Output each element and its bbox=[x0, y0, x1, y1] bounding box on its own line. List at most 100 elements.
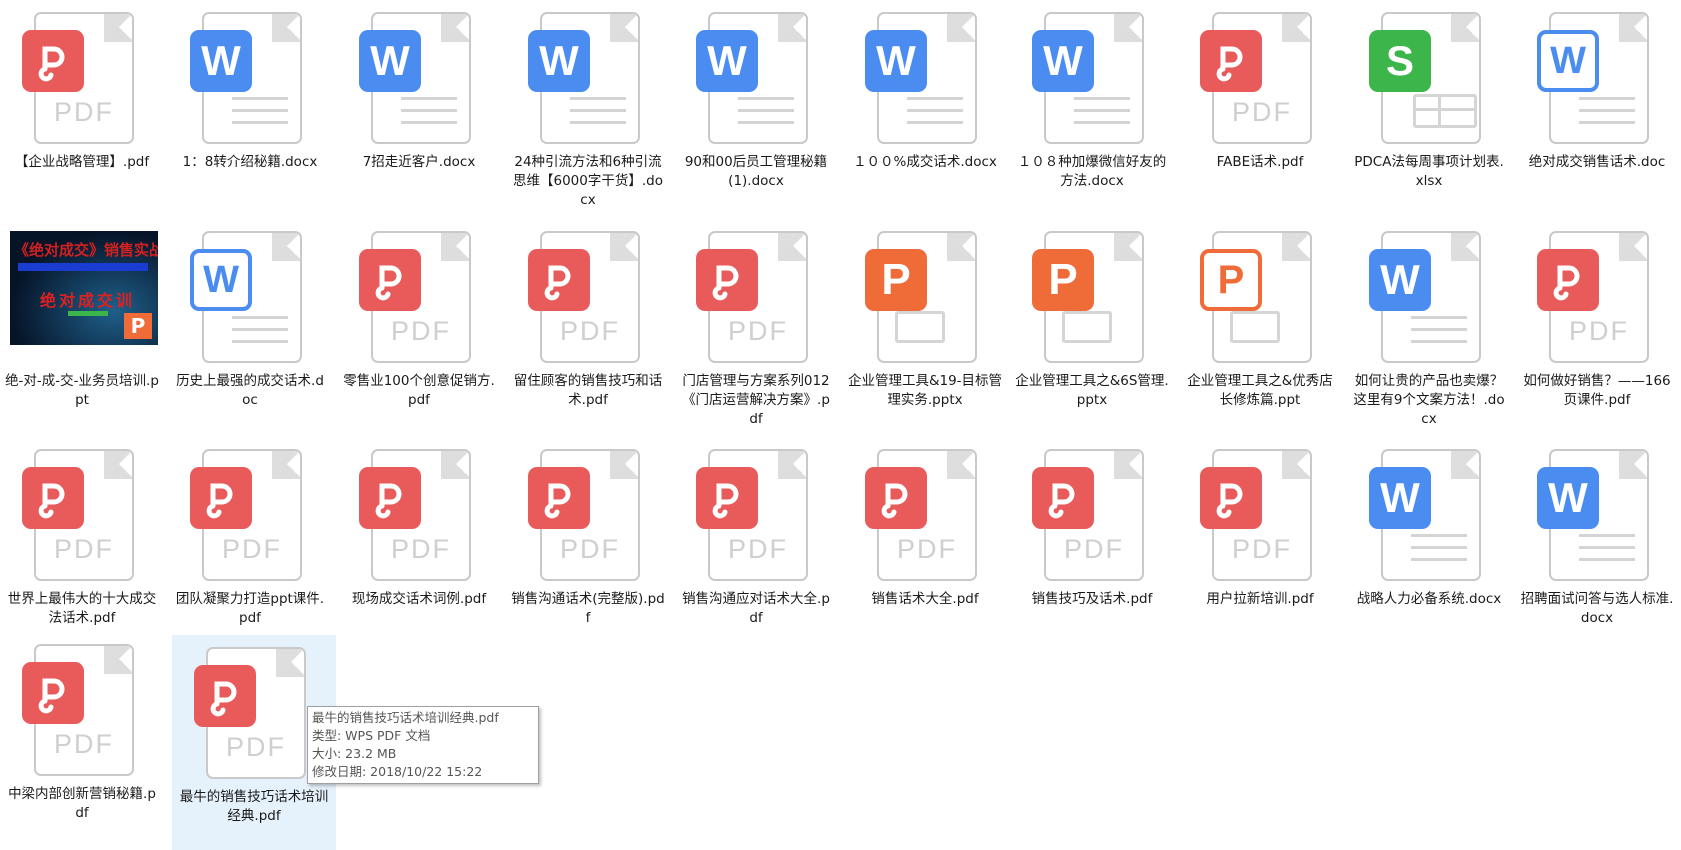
ppt-badge: P bbox=[865, 249, 927, 311]
pdf-file-icon: PDF bbox=[1010, 437, 1174, 581]
icon-part bbox=[401, 121, 457, 124]
word-badge: W bbox=[528, 30, 590, 92]
file-name: FABE话术.pdf bbox=[1216, 154, 1304, 170]
icon-part bbox=[1579, 109, 1635, 112]
word-badge: W bbox=[359, 30, 421, 92]
file-item[interactable]: W 24种引流方法和6种引流思维【6000字干货】.docx bbox=[506, 0, 670, 215]
file-name: 销售沟通话术(完整版).pdf bbox=[511, 591, 665, 626]
icon-part bbox=[1619, 233, 1647, 261]
pdf-label: PDF bbox=[226, 732, 286, 762]
file-name: 【企业战略管理】.pdf bbox=[14, 154, 150, 170]
tooltip-type: 类型: WPS PDF 文档 bbox=[312, 728, 431, 743]
file-item[interactable]: PDF 销售沟通应对话术大全.pdf bbox=[674, 437, 838, 652]
file-name: 企业管理工具&19-目标管理实务.pptx bbox=[847, 373, 1003, 408]
icon-part bbox=[1200, 467, 1262, 529]
file-item[interactable]: PDF 世界上最伟大的十大成交法话术.pdf bbox=[0, 437, 164, 652]
excel-badge: S bbox=[1369, 30, 1431, 92]
icon-part bbox=[1579, 546, 1635, 549]
file-name: 企业管理工具之&优秀店长修炼篇.ppt bbox=[1187, 373, 1333, 408]
ppt-badge: P bbox=[124, 313, 152, 339]
word-file-icon: W bbox=[168, 219, 332, 363]
icon-part bbox=[232, 328, 288, 331]
icon-part bbox=[570, 109, 626, 112]
file-item[interactable]: PDF FABE话术.pdf bbox=[1178, 0, 1342, 215]
icon-part bbox=[865, 467, 927, 529]
icon-part bbox=[1579, 88, 1635, 124]
pdf-file-icon: PDF bbox=[1515, 219, 1679, 363]
file-item[interactable]: W 招聘面试问答与选人标准.docx bbox=[1515, 437, 1679, 652]
file-item[interactable]: W 90和00后员工管理秘籍(1).docx bbox=[674, 0, 838, 215]
file-name: 销售话术大全.pdf bbox=[871, 591, 979, 607]
file-item[interactable]: PDF 用户拉新培训.pdf bbox=[1178, 437, 1342, 652]
icon-part bbox=[232, 121, 288, 124]
file-item[interactable]: PDF 销售话术大全.pdf bbox=[843, 437, 1007, 652]
file-item[interactable]: P 企业管理工具&19-目标管理实务.pptx bbox=[843, 219, 1007, 434]
file-item[interactable]: W 1：8转介绍秘籍.docx bbox=[168, 0, 332, 215]
file-item[interactable]: W １００%成交话术.docx bbox=[843, 0, 1007, 215]
icon-part bbox=[104, 646, 132, 674]
word-badge: W bbox=[1369, 249, 1431, 311]
thumbnail-subtitle: 绝对成交训 bbox=[40, 291, 136, 310]
icon-part bbox=[272, 451, 300, 479]
file-name: 招聘面试问答与选人标准.docx bbox=[1520, 591, 1674, 626]
file-item[interactable]: PDF 门店管理与方案系列012《门店运营解决方案》.pdf bbox=[674, 219, 838, 434]
pdf-label: PDF bbox=[222, 534, 282, 564]
file-item[interactable]: PDF 零售业100个创意促销方.pdf bbox=[337, 219, 501, 434]
word-file-icon: W bbox=[674, 0, 838, 144]
icon-part bbox=[359, 467, 421, 529]
icon-part bbox=[778, 233, 806, 261]
pdf-file-icon: PDF bbox=[1178, 0, 1342, 144]
word-badge: W bbox=[190, 249, 252, 311]
pdf-label: PDF bbox=[54, 729, 114, 759]
icon-part bbox=[570, 121, 626, 124]
file-item[interactable]: PDF 留住顾客的销售技巧和话术.pdf bbox=[506, 219, 670, 434]
file-item[interactable]: W １０８种加爆微信好友的方法.docx bbox=[1010, 0, 1174, 215]
file-name: 企业管理工具之&6S管理.pptx bbox=[1015, 373, 1169, 408]
icon-part bbox=[1579, 558, 1635, 561]
file-item[interactable]: W 7招走近客户.docx bbox=[337, 0, 501, 215]
pdf-file-icon: PDF bbox=[0, 0, 164, 144]
icon-part bbox=[232, 109, 288, 112]
file-item[interactable]: S PDCA法每周事项计划表.xlsx bbox=[1347, 0, 1511, 215]
pdf-file-icon: PDF bbox=[337, 219, 501, 363]
icon-part bbox=[738, 121, 794, 124]
icon-part bbox=[1619, 451, 1647, 479]
file-item[interactable]: 《绝对成交》销售实战训练绝对成交训 P 绝-对-成-交-业务员培训.ppt bbox=[0, 219, 164, 434]
file-item[interactable]: P 企业管理工具之&优秀店长修炼篇.ppt bbox=[1178, 219, 1342, 434]
file-item[interactable]: W 如何让贵的产品也卖爆？这里有9个文案方法！.docx bbox=[1347, 219, 1511, 434]
file-item[interactable]: PDF 团队凝聚力打造ppt课件.pdf bbox=[168, 437, 332, 652]
powerpoint-file-icon: P bbox=[1178, 219, 1342, 363]
icon-part bbox=[610, 451, 638, 479]
file-item[interactable]: PDF 如何做好销售？——166页课件.pdf bbox=[1515, 219, 1679, 434]
file-item[interactable]: W 历史上最强的成交话术.doc bbox=[168, 219, 332, 434]
file-item[interactable]: PDF 【企业战略管理】.pdf bbox=[0, 0, 164, 215]
pdf-label: PDF bbox=[560, 534, 620, 564]
icon-part bbox=[1451, 451, 1479, 479]
file-name: 销售技巧及话术.pdf bbox=[1031, 591, 1153, 607]
pdf-file-icon: PDF bbox=[674, 437, 838, 581]
icon-part bbox=[1579, 534, 1635, 537]
icon-part bbox=[907, 109, 963, 112]
word-badge: W bbox=[865, 30, 927, 92]
tooltip-name: 最牛的销售技巧话术培训经典.pdf bbox=[312, 710, 499, 725]
file-name: 24种引流方法和6种引流思维【6000字干货】.docx bbox=[513, 154, 663, 208]
word-file-icon: W bbox=[1010, 0, 1174, 144]
file-item[interactable]: PDF 销售技巧及话术.pdf bbox=[1010, 437, 1174, 652]
file-name: 中梁内部创新营销秘籍.pdf bbox=[8, 786, 156, 821]
tooltip-modified: 修改日期: 2018/10/22 15:22 bbox=[312, 764, 483, 779]
file-item[interactable]: PDF 现场成交话术词例.pdf bbox=[337, 437, 501, 652]
file-item[interactable]: PDF 中梁内部创新营销秘籍.pdf bbox=[0, 632, 164, 847]
file-item[interactable]: PDF 销售沟通话术(完整版).pdf bbox=[506, 437, 670, 652]
icon-part bbox=[441, 451, 469, 479]
icon-part bbox=[778, 451, 806, 479]
pdf-file-icon: PDF bbox=[843, 437, 1007, 581]
icon-part bbox=[232, 88, 288, 124]
file-item[interactable]: W 战略人力必备系统.docx bbox=[1347, 437, 1511, 652]
word-file-icon: W bbox=[1515, 0, 1679, 144]
file-item[interactable]: W 绝对成交销售话术.doc bbox=[1515, 0, 1679, 215]
file-item[interactable]: P 企业管理工具之&6S管理.pptx bbox=[1010, 219, 1174, 434]
file-name: 绝-对-成-交-业务员培训.ppt bbox=[5, 373, 159, 408]
file-name: 用户拉新培训.pdf bbox=[1206, 591, 1314, 607]
icon-part bbox=[947, 233, 975, 261]
icon-part bbox=[570, 97, 626, 100]
